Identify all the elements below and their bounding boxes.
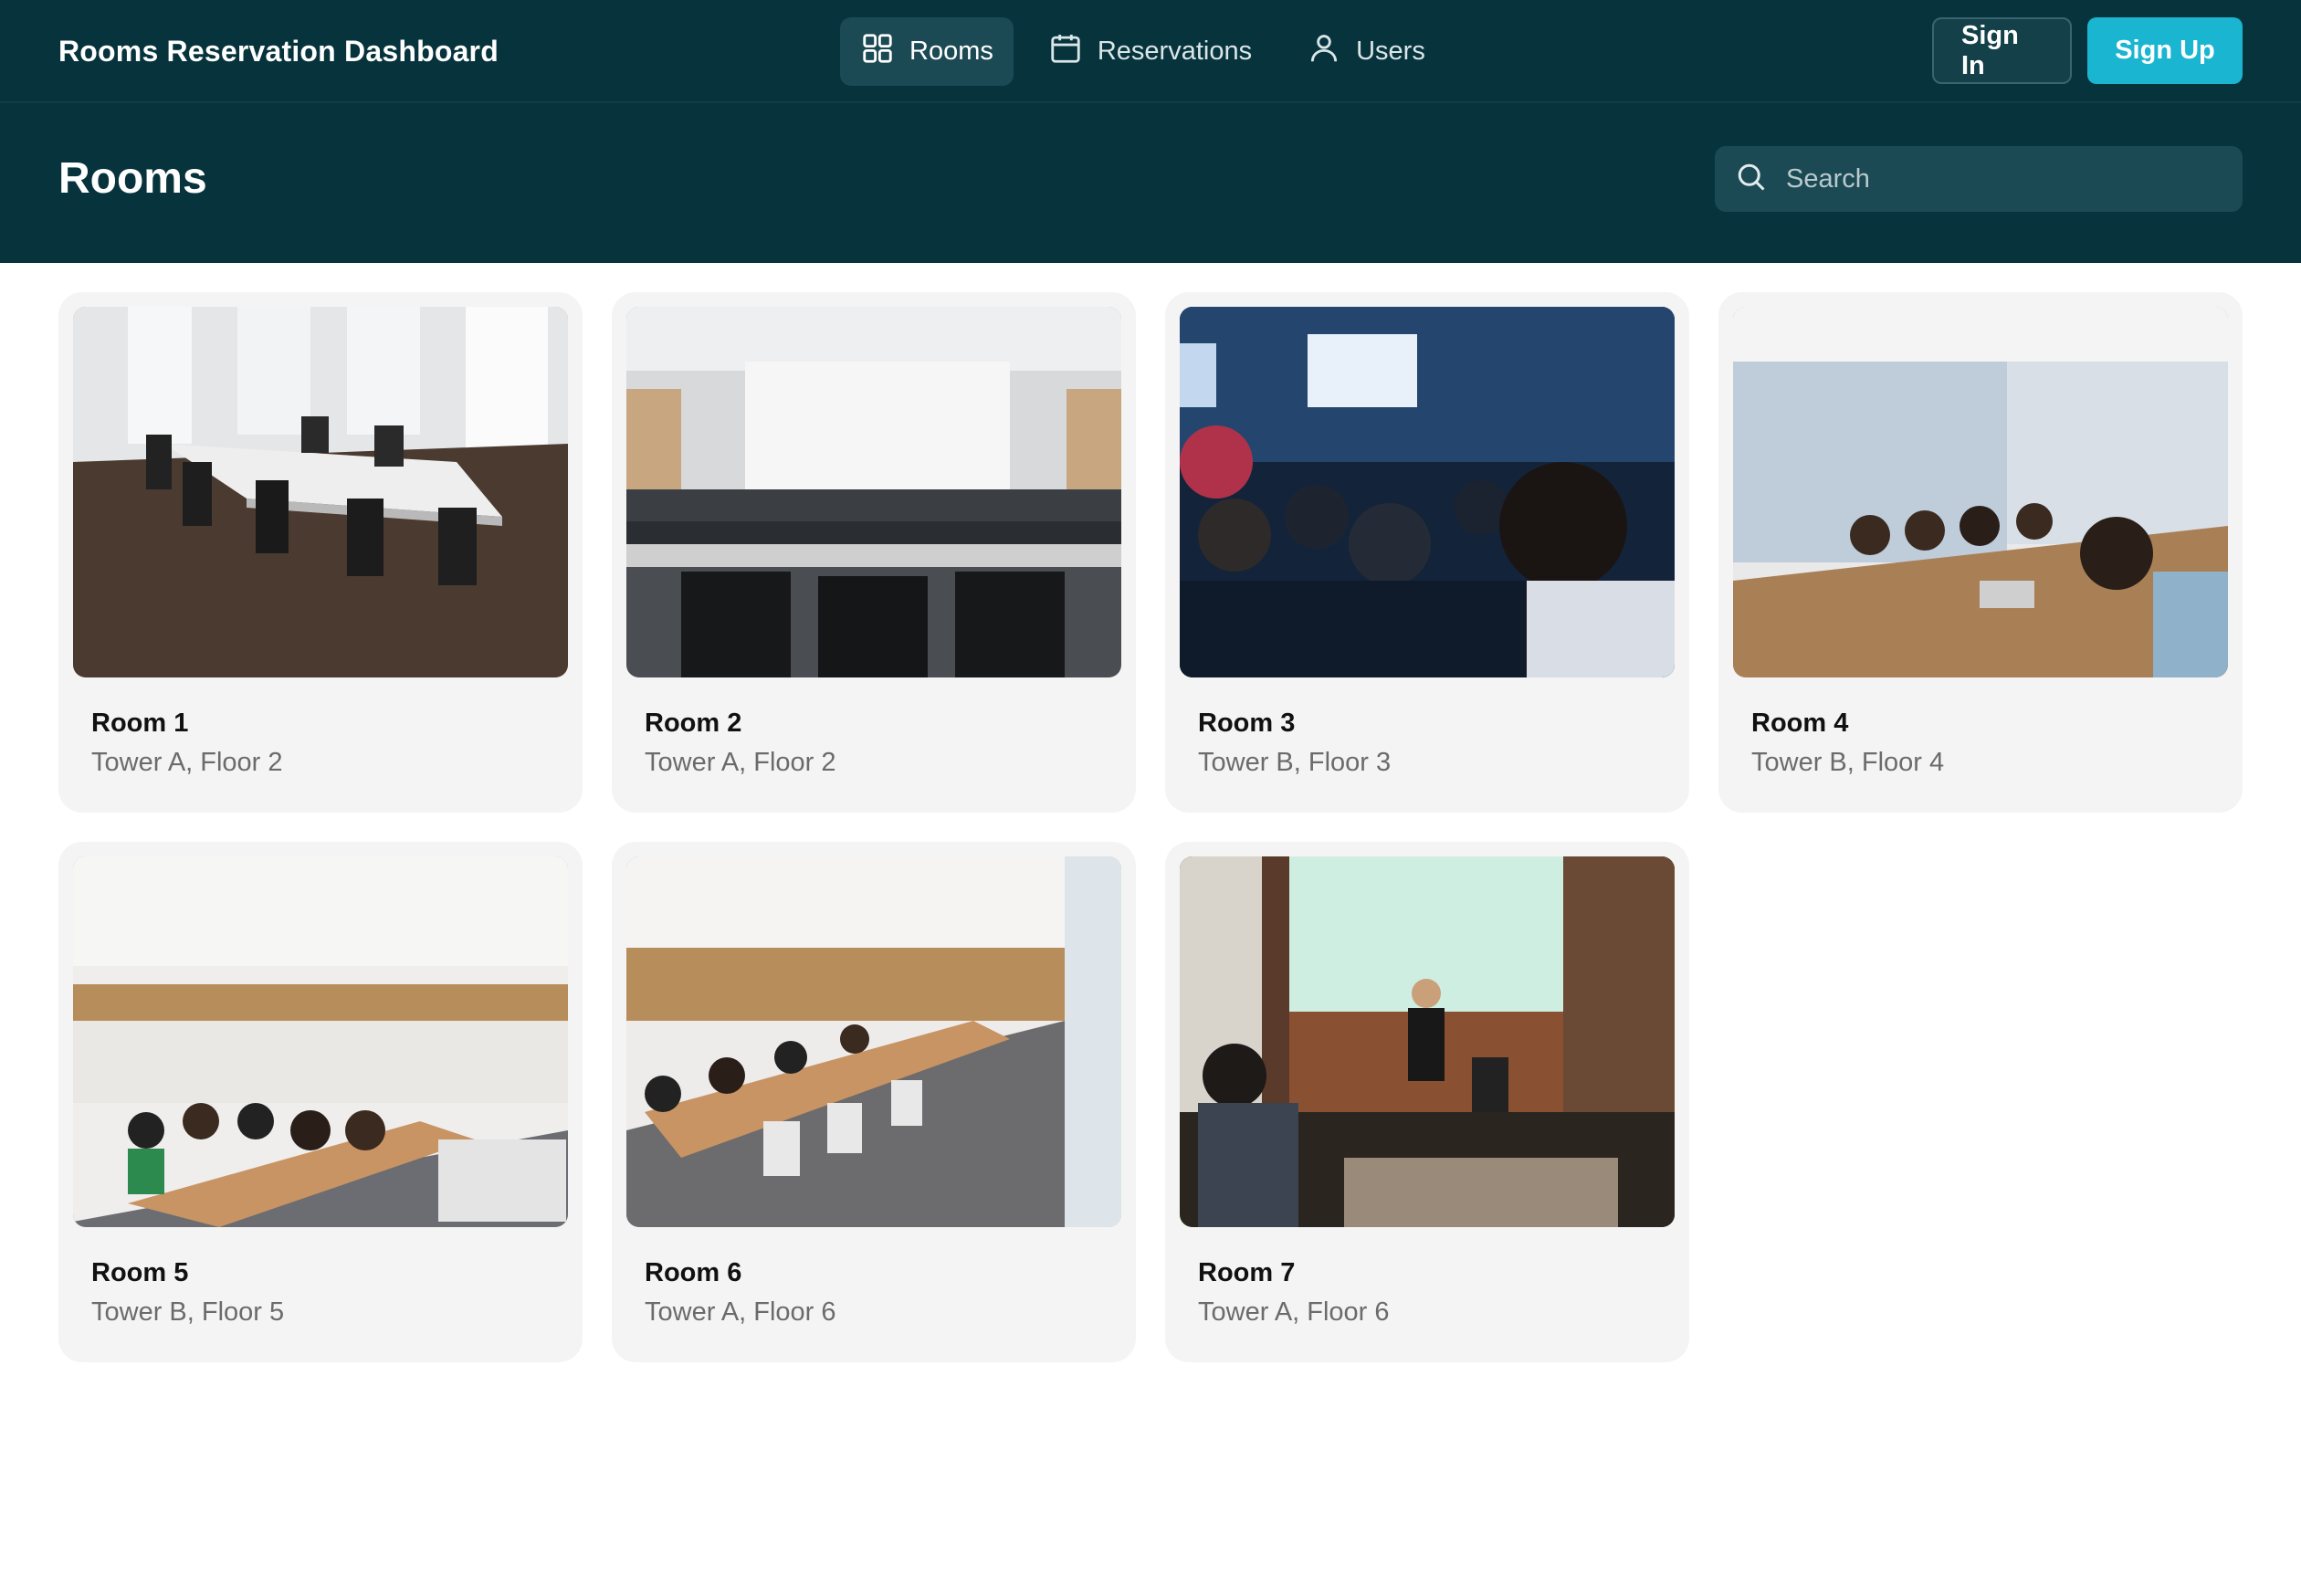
page-header: Rooms — [0, 103, 2301, 263]
user-icon — [1307, 31, 1341, 73]
nav-item-label: Reservations — [1097, 37, 1253, 66]
room-name: Room 7 — [1198, 1258, 1296, 1287]
room-name: Room 1 — [91, 709, 189, 738]
room-card[interactable]: Room 3 Tower B, Floor 3 — [1165, 292, 1689, 813]
main-nav: Rooms Reservations Users — [840, 17, 1445, 86]
room-photo — [626, 307, 1121, 677]
room-photo — [73, 856, 568, 1227]
room-location: Tower A, Floor 6 — [1198, 1297, 1390, 1327]
auth-buttons: Sign In Sign Up — [1932, 17, 2243, 84]
room-name: Room 2 — [645, 709, 742, 738]
search-box[interactable] — [1715, 146, 2243, 212]
calendar-icon — [1048, 31, 1083, 73]
room-name: Room 6 — [645, 1258, 742, 1287]
room-name: Room 3 — [1198, 709, 1296, 738]
room-photo — [1180, 856, 1675, 1227]
nav-item-users[interactable]: Users — [1287, 17, 1445, 86]
room-card[interactable]: Room 1 Tower A, Floor 2 — [58, 292, 583, 813]
room-location: Tower B, Floor 3 — [1198, 748, 1392, 777]
search-icon — [1735, 161, 1768, 198]
room-location: Tower B, Floor 4 — [1751, 748, 1945, 777]
sign-up-button[interactable]: Sign Up — [2087, 17, 2243, 84]
room-card[interactable]: Room 7 Tower A, Floor 6 — [1165, 842, 1689, 1362]
room-location: Tower A, Floor 6 — [645, 1297, 836, 1327]
room-photo — [1180, 307, 1675, 677]
room-photo — [73, 307, 568, 677]
nav-item-rooms[interactable]: Rooms — [840, 17, 1014, 86]
grid-icon — [860, 31, 895, 73]
room-location: Tower B, Floor 5 — [91, 1297, 285, 1327]
sign-in-button[interactable]: Sign In — [1932, 17, 2072, 84]
page-title: Rooms — [58, 153, 207, 203]
room-card[interactable]: Room 6 Tower A, Floor 6 — [612, 842, 1136, 1362]
search-input[interactable] — [1786, 163, 2222, 194]
room-card[interactable]: Room 5 Tower B, Floor 5 — [58, 842, 583, 1362]
room-location: Tower A, Floor 2 — [645, 748, 836, 777]
room-name: Room 4 — [1751, 709, 1849, 738]
rooms-grid: Room 1 Tower A, Floor 2 Room 2 Tower A, … — [58, 292, 2243, 1362]
room-name: Room 5 — [91, 1258, 189, 1287]
room-photo — [626, 856, 1121, 1227]
room-card[interactable]: Room 4 Tower B, Floor 4 — [1718, 292, 2243, 813]
room-photo — [1733, 307, 2228, 677]
nav-item-label: Rooms — [909, 37, 993, 66]
nav-item-label: Users — [1356, 37, 1425, 66]
app-title[interactable]: Rooms Reservation Dashboard — [58, 0, 499, 103]
room-location: Tower A, Floor 2 — [91, 748, 283, 777]
room-card[interactable]: Room 2 Tower A, Floor 2 — [612, 292, 1136, 813]
top-navigation-bar: Rooms Reservation Dashboard Rooms Reserv… — [0, 0, 2301, 103]
nav-item-reservations[interactable]: Reservations — [1028, 17, 1272, 86]
